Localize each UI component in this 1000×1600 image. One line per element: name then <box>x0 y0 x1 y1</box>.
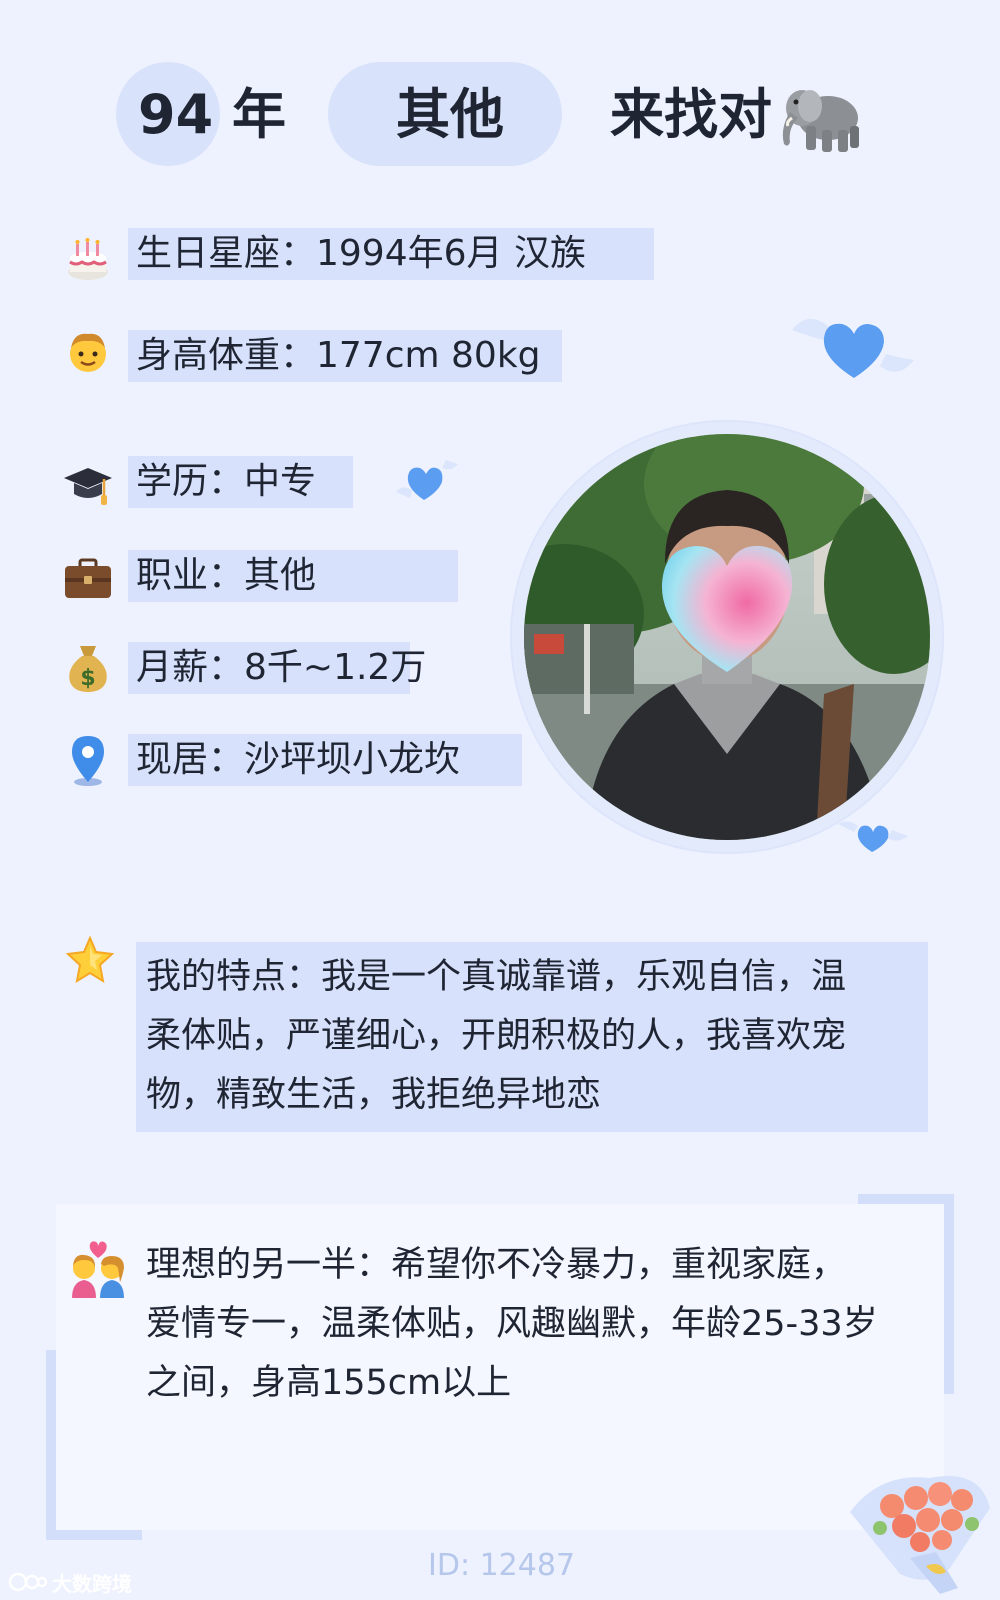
profile-photo[interactable] <box>524 434 930 840</box>
profile-id: ID: 12487 <box>428 1548 576 1583</box>
watermark: 大数跨境 <box>8 1568 132 1596</box>
ideal-partner-line-2: 爱情专一，温柔体贴，风趣幽默，年龄25-33岁 <box>146 1304 878 1344</box>
briefcase-icon <box>62 552 114 604</box>
man-face-icon <box>62 326 114 378</box>
zodiac-text: 其他 <box>396 83 504 146</box>
card-bracket-bottom-left-h <box>46 1530 142 1540</box>
features-text: 我的特点：我是一个真诚靠谱，乐观自信，温 柔体贴，严谨细心，开朗积极的人，我喜欢… <box>146 948 926 1125</box>
features-line-1: 我的特点：我是一个真诚靠谱，乐观自信，温 <box>146 957 847 997</box>
features-line-2: 柔体贴，严谨细心，开朗积极的人，我喜欢宠 <box>146 1016 847 1056</box>
location-pin-icon <box>62 734 114 786</box>
watermark-logo-icon <box>8 1572 48 1592</box>
ideal-partner-line-1: 理想的另一半：希望你不冷暴力，重视家庭， <box>146 1245 847 1285</box>
money-bag-icon: $ <box>62 642 114 694</box>
height-weight-text: 身高体重：177cm 80kg <box>136 335 541 376</box>
features-line-3: 物，精致生活，我拒绝异地恋 <box>146 1075 602 1115</box>
graduation-cap-icon <box>62 458 114 510</box>
card-bracket-bottom-left-v <box>46 1350 56 1540</box>
birthday-cake-icon <box>62 234 114 286</box>
salary-text: 月薪：8千~1.2万 <box>136 647 427 688</box>
education-text: 学历：中专 <box>136 461 317 502</box>
elephant-icon <box>776 78 864 154</box>
birth-year: 94 <box>138 83 214 146</box>
svg-text:$: $ <box>80 666 95 691</box>
birth-year-suffix: 年 <box>232 83 286 146</box>
residence-text: 现居：沙坪坝小龙坎 <box>136 739 461 780</box>
bottom-heart-decoration <box>836 812 910 856</box>
seeking-text: 来找对 <box>610 83 772 146</box>
winged-heart-decoration <box>788 300 918 390</box>
ideal-partner-line-3: 之间，身高155cm以上 <box>146 1363 512 1403</box>
card-bracket-top-right-v <box>944 1194 954 1394</box>
ideal-partner-text: 理想的另一半：希望你不冷暴力，重视家庭， 爱情专一，温柔体贴，风趣幽默，年龄25… <box>146 1236 936 1413</box>
birthday-zodiac-text: 生日星座：1994年6月 汉族 <box>136 233 586 274</box>
occupation-text: 职业：其他 <box>136 555 317 596</box>
watermark-text: 大数跨境 <box>52 1571 132 1596</box>
couple-with-heart-icon <box>68 1238 128 1298</box>
flower-bouquet-icon <box>840 1448 996 1596</box>
glowing-star-icon <box>64 934 116 986</box>
card-bracket-top-right-h <box>858 1194 954 1204</box>
small-heart-decoration <box>392 456 462 506</box>
